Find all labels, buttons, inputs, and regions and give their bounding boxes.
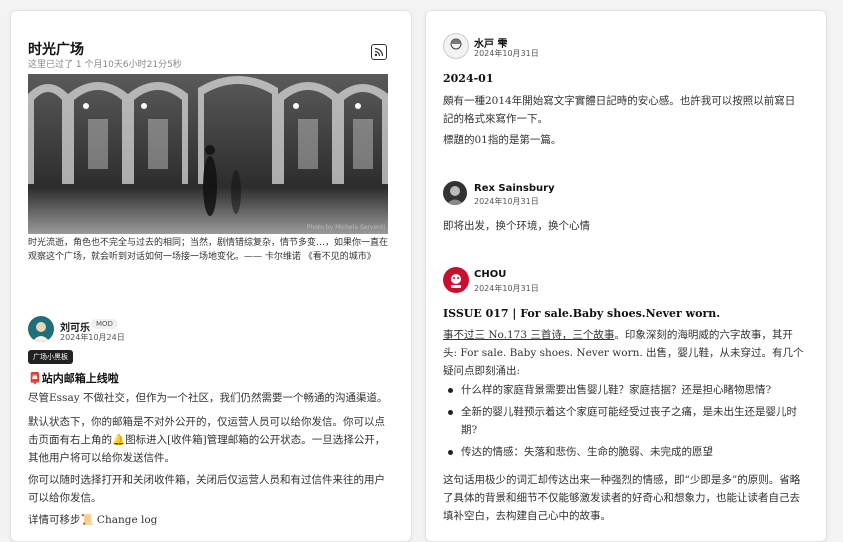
post-date: 2024年10月31日 xyxy=(474,49,539,58)
avatar[interactable] xyxy=(28,316,54,342)
avatar[interactable] xyxy=(443,181,467,205)
quote-text: 时光流逝，角色也不完全与过去的相同；当然，剧情错综复杂，情节多变…，如果你一直在… xyxy=(28,238,389,262)
post-date: 2024年10月24日 xyxy=(60,333,125,342)
issue-link[interactable]: 事不过三 No.173 三首诗，三个故事 xyxy=(443,329,614,341)
rss-icon[interactable] xyxy=(371,44,387,60)
page-title: 时光广场 xyxy=(28,42,84,58)
post-paragraph: 頗有一種2014年開始寫文字實體日記時的安心感。也許我可以按照以前寫日記的格式來… xyxy=(443,95,796,125)
post-date: 2024年10月31日 xyxy=(474,197,539,206)
photo-credit: Photo by Michela Serventi xyxy=(306,224,385,231)
board-tag[interactable]: 广场小黑板 xyxy=(28,350,73,364)
post-title[interactable]: ISSUE 017 | For sale.Baby shoes.Never wo… xyxy=(443,307,720,320)
avatar[interactable] xyxy=(443,33,469,59)
avatar[interactable] xyxy=(443,267,469,293)
list-item: 全新的婴儿鞋预示着这个家庭可能经受过丧子之痛，是未出生还是婴儿时期? xyxy=(443,403,803,439)
post-paragraph: 这句话用极少的词汇却传达出来一种强烈的情感，即“少即是多”的原则。省略了具体的背… xyxy=(443,474,801,522)
feed-card: 水戸 雫 2024年10月31日 2024-01 頗有一種2014年開始寫文字實… xyxy=(425,10,827,542)
postbox-icon: 📮 xyxy=(28,372,42,385)
post-paragraph: 默认状态下，你的邮箱是不对外公开的，仅运营人员可以给你发信。你可以点击页面有右上… xyxy=(28,416,386,464)
post-paragraph: 即将出发，换个环境，换个心情 xyxy=(443,220,590,232)
post-paragraph: 尽管Essay 不做社交，但作为一个社区，我们仍然需要一个畅通的沟通渠道。 xyxy=(28,392,388,404)
post-date: 2024年10月31日 xyxy=(474,284,539,293)
list-item: 什么样的家庭背景需要出售婴儿鞋？家庭拮据？还是担心睹物思情? xyxy=(443,381,803,399)
post-paragraph: 事不过三 No.173 三首诗，三个故事。印象深刻的海明威的六字故事，其开头: … xyxy=(443,329,804,377)
mod-badge: MOD xyxy=(91,319,118,329)
post-paragraph: 你可以随时选择打开和关闭收件箱，关闭后仅运营人员和有过信件来往的用户可以给你发信… xyxy=(28,474,385,504)
author-name[interactable]: CHOU xyxy=(474,269,506,280)
list-item: 传达的情感：失落和悲伤、生命的脆弱、未完成的愿望 xyxy=(443,443,803,461)
arcade-photo xyxy=(28,74,388,234)
square-card: 时光广场 这里已过了 1 个月10天6小时21分5秒 Photo by Mich… xyxy=(10,10,412,542)
post-paragraph: 標題的01指的是第一篇。 xyxy=(443,134,562,146)
post-title[interactable]: 2024-01 xyxy=(443,72,494,85)
author-name[interactable]: Rex Sainsbury xyxy=(474,183,555,194)
post-title[interactable]: 📮站内邮箱上线啦 xyxy=(28,370,119,386)
bullet-list: 什么样的家庭背景需要出售婴儿鞋？家庭拮据？还是担心睹物思情? 全新的婴儿鞋预示着… xyxy=(443,381,803,465)
changelog-link[interactable]: 详情可移步📜 Change log xyxy=(28,511,390,529)
elapsed-time: 这里已过了 1 个月10天6小时21分5秒 xyxy=(28,60,182,70)
